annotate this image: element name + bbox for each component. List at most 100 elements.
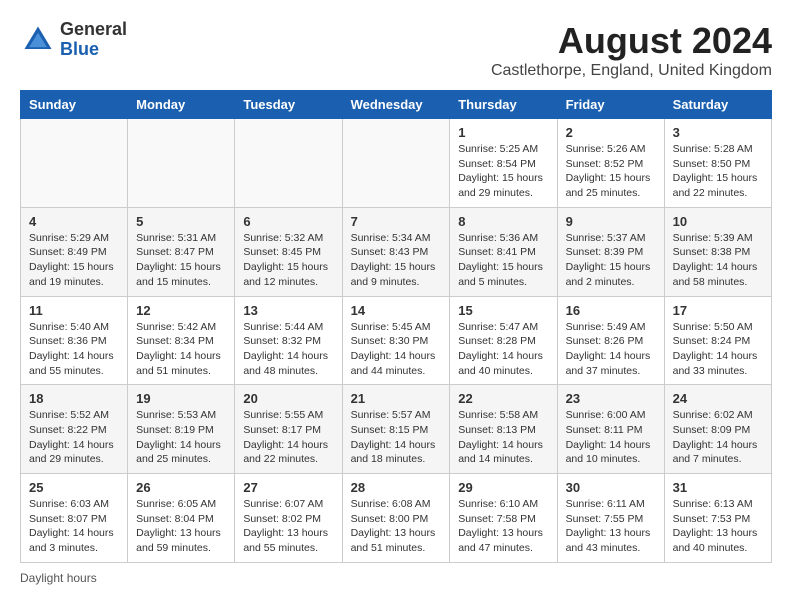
calendar-header-row: SundayMondayTuesdayWednesdayThursdayFrid…: [21, 91, 772, 119]
day-info: Sunrise: 5:58 AM Sunset: 8:13 PM Dayligh…: [458, 408, 548, 467]
column-header-monday: Monday: [128, 91, 235, 119]
logo-blue-text: Blue: [60, 40, 127, 60]
day-number: 1: [458, 125, 548, 140]
day-number: 25: [29, 480, 119, 495]
day-info: Sunrise: 5:49 AM Sunset: 8:26 PM Dayligh…: [566, 320, 656, 379]
day-number: 31: [673, 480, 763, 495]
day-number: 18: [29, 391, 119, 406]
location-text: Castlethorpe, England, United Kingdom: [491, 62, 772, 80]
day-info: Sunrise: 5:37 AM Sunset: 8:39 PM Dayligh…: [566, 231, 656, 290]
daylight-hours-label: Daylight hours: [20, 571, 97, 585]
calendar-cell: 25 Sunrise: 6:03 AM Sunset: 8:07 PM Dayli…: [21, 474, 128, 563]
day-number: 27: [243, 480, 333, 495]
day-info: Sunrise: 5:45 AM Sunset: 8:30 PM Dayligh…: [351, 320, 442, 379]
calendar-cell: 14 Sunrise: 5:45 AM Sunset: 8:30 PM Dayli…: [342, 296, 450, 385]
day-info: Sunrise: 6:13 AM Sunset: 7:53 PM Dayligh…: [673, 497, 763, 556]
calendar-cell: 18 Sunrise: 5:52 AM Sunset: 8:22 PM Dayli…: [21, 385, 128, 474]
calendar-cell: 21Sunrise: 5:57 AM Sunset: 8:15 PM Dayli…: [342, 385, 450, 474]
calendar-cell: 9 Sunrise: 5:37 AM Sunset: 8:39 PM Daylig…: [557, 207, 664, 296]
column-header-friday: Friday: [557, 91, 664, 119]
day-info: Sunrise: 6:02 AM Sunset: 8:09 PM Dayligh…: [673, 408, 763, 467]
day-number: 8: [458, 214, 548, 229]
calendar-cell: 13 Sunrise: 5:44 AM Sunset: 8:32 PM Dayli…: [235, 296, 342, 385]
day-number: 20: [243, 391, 333, 406]
day-number: 29: [458, 480, 548, 495]
calendar-cell: 20 Sunrise: 5:55 AM Sunset: 8:17 PM Dayli…: [235, 385, 342, 474]
calendar-cell: [128, 119, 235, 208]
day-number: 30: [566, 480, 656, 495]
day-info: Sunrise: 5:36 AM Sunset: 8:41 PM Dayligh…: [458, 231, 548, 290]
day-number: 4: [29, 214, 119, 229]
day-info: Sunrise: 5:47 AM Sunset: 8:28 PM Dayligh…: [458, 320, 548, 379]
day-info: Sunrise: 5:53 AM Sunset: 8:19 PM Dayligh…: [136, 408, 226, 467]
logo-text: General Blue: [60, 20, 127, 60]
calendar-week-1: 1 Sunrise: 5:25 AM Sunset: 8:54 PM Daylig…: [21, 119, 772, 208]
footer-note: Daylight hours: [20, 571, 772, 585]
calendar-cell: 8 Sunrise: 5:36 AM Sunset: 8:41 PM Daylig…: [450, 207, 557, 296]
calendar-cell: 23Sunrise: 6:00 AM Sunset: 8:11 PM Dayli…: [557, 385, 664, 474]
day-info: Sunrise: 5:57 AM Sunset: 8:15 PM Dayligh…: [351, 408, 442, 467]
day-info: Sunrise: 6:08 AM Sunset: 8:00 PM Dayligh…: [351, 497, 442, 556]
calendar-cell: 2Sunrise: 5:26 AM Sunset: 8:52 PM Daylig…: [557, 119, 664, 208]
calendar-week-3: 11 Sunrise: 5:40 AM Sunset: 8:36 PM Dayli…: [21, 296, 772, 385]
month-title: August 2024: [491, 20, 772, 62]
day-info: Sunrise: 6:00 AM Sunset: 8:11 PM Dayligh…: [566, 408, 656, 467]
calendar-cell: 5Sunrise: 5:31 AM Sunset: 8:47 PM Daylig…: [128, 207, 235, 296]
day-info: Sunrise: 5:26 AM Sunset: 8:52 PM Dayligh…: [566, 142, 656, 201]
calendar-cell: 6 Sunrise: 5:32 AM Sunset: 8:45 PM Daylig…: [235, 207, 342, 296]
column-header-tuesday: Tuesday: [235, 91, 342, 119]
day-info: Sunrise: 6:10 AM Sunset: 7:58 PM Dayligh…: [458, 497, 548, 556]
calendar-cell: 31 Sunrise: 6:13 AM Sunset: 7:53 PM Dayli…: [664, 474, 771, 563]
day-number: 5: [136, 214, 226, 229]
day-info: Sunrise: 5:42 AM Sunset: 8:34 PM Dayligh…: [136, 320, 226, 379]
day-number: 22: [458, 391, 548, 406]
day-number: 26: [136, 480, 226, 495]
title-block: August 2024 Castlethorpe, England, Unite…: [491, 20, 772, 80]
calendar-cell: 12 Sunrise: 5:42 AM Sunset: 8:34 PM Dayli…: [128, 296, 235, 385]
day-number: 14: [351, 303, 442, 318]
calendar-cell: 10Sunrise: 5:39 AM Sunset: 8:38 PM Dayli…: [664, 207, 771, 296]
calendar-cell: 3 Sunrise: 5:28 AM Sunset: 8:50 PM Daylig…: [664, 119, 771, 208]
day-number: 12: [136, 303, 226, 318]
day-info: Sunrise: 5:28 AM Sunset: 8:50 PM Dayligh…: [673, 142, 763, 201]
day-info: Sunrise: 6:03 AM Sunset: 8:07 PM Dayligh…: [29, 497, 119, 556]
day-info: Sunrise: 5:32 AM Sunset: 8:45 PM Dayligh…: [243, 231, 333, 290]
day-number: 9: [566, 214, 656, 229]
day-info: Sunrise: 5:52 AM Sunset: 8:22 PM Dayligh…: [29, 408, 119, 467]
column-header-saturday: Saturday: [664, 91, 771, 119]
column-header-thursday: Thursday: [450, 91, 557, 119]
calendar-cell: [235, 119, 342, 208]
day-info: Sunrise: 6:11 AM Sunset: 7:55 PM Dayligh…: [566, 497, 656, 556]
logo-general-text: General: [60, 20, 127, 40]
day-number: 11: [29, 303, 119, 318]
day-number: 13: [243, 303, 333, 318]
day-number: 15: [458, 303, 548, 318]
calendar-week-5: 25 Sunrise: 6:03 AM Sunset: 8:07 PM Dayli…: [21, 474, 772, 563]
day-number: 16: [566, 303, 656, 318]
day-number: 6: [243, 214, 333, 229]
day-number: 7: [351, 214, 442, 229]
day-info: Sunrise: 5:44 AM Sunset: 8:32 PM Dayligh…: [243, 320, 333, 379]
day-info: Sunrise: 5:55 AM Sunset: 8:17 PM Dayligh…: [243, 408, 333, 467]
calendar-cell: 28Sunrise: 6:08 AM Sunset: 8:00 PM Dayli…: [342, 474, 450, 563]
calendar-cell: 27 Sunrise: 6:07 AM Sunset: 8:02 PM Dayli…: [235, 474, 342, 563]
day-number: 3: [673, 125, 763, 140]
calendar-cell: [21, 119, 128, 208]
calendar-cell: 11 Sunrise: 5:40 AM Sunset: 8:36 PM Dayli…: [21, 296, 128, 385]
page-header: General Blue August 2024 Castlethorpe, E…: [20, 20, 772, 80]
day-info: Sunrise: 5:25 AM Sunset: 8:54 PM Dayligh…: [458, 142, 548, 201]
calendar-cell: 29 Sunrise: 6:10 AM Sunset: 7:58 PM Dayli…: [450, 474, 557, 563]
calendar-cell: [342, 119, 450, 208]
calendar-cell: 19Sunrise: 5:53 AM Sunset: 8:19 PM Dayli…: [128, 385, 235, 474]
calendar-cell: 26Sunrise: 6:05 AM Sunset: 8:04 PM Dayli…: [128, 474, 235, 563]
calendar-cell: 4 Sunrise: 5:29 AM Sunset: 8:49 PM Daylig…: [21, 207, 128, 296]
calendar-cell: 7Sunrise: 5:34 AM Sunset: 8:43 PM Daylig…: [342, 207, 450, 296]
day-info: Sunrise: 5:40 AM Sunset: 8:36 PM Dayligh…: [29, 320, 119, 379]
day-info: Sunrise: 5:29 AM Sunset: 8:49 PM Dayligh…: [29, 231, 119, 290]
day-info: Sunrise: 6:07 AM Sunset: 8:02 PM Dayligh…: [243, 497, 333, 556]
calendar-cell: 1 Sunrise: 5:25 AM Sunset: 8:54 PM Daylig…: [450, 119, 557, 208]
day-number: 24: [673, 391, 763, 406]
calendar-cell: 24 Sunrise: 6:02 AM Sunset: 8:09 PM Dayli…: [664, 385, 771, 474]
logo-icon: [20, 22, 56, 58]
calendar-cell: 30 Sunrise: 6:11 AM Sunset: 7:55 PM Dayli…: [557, 474, 664, 563]
